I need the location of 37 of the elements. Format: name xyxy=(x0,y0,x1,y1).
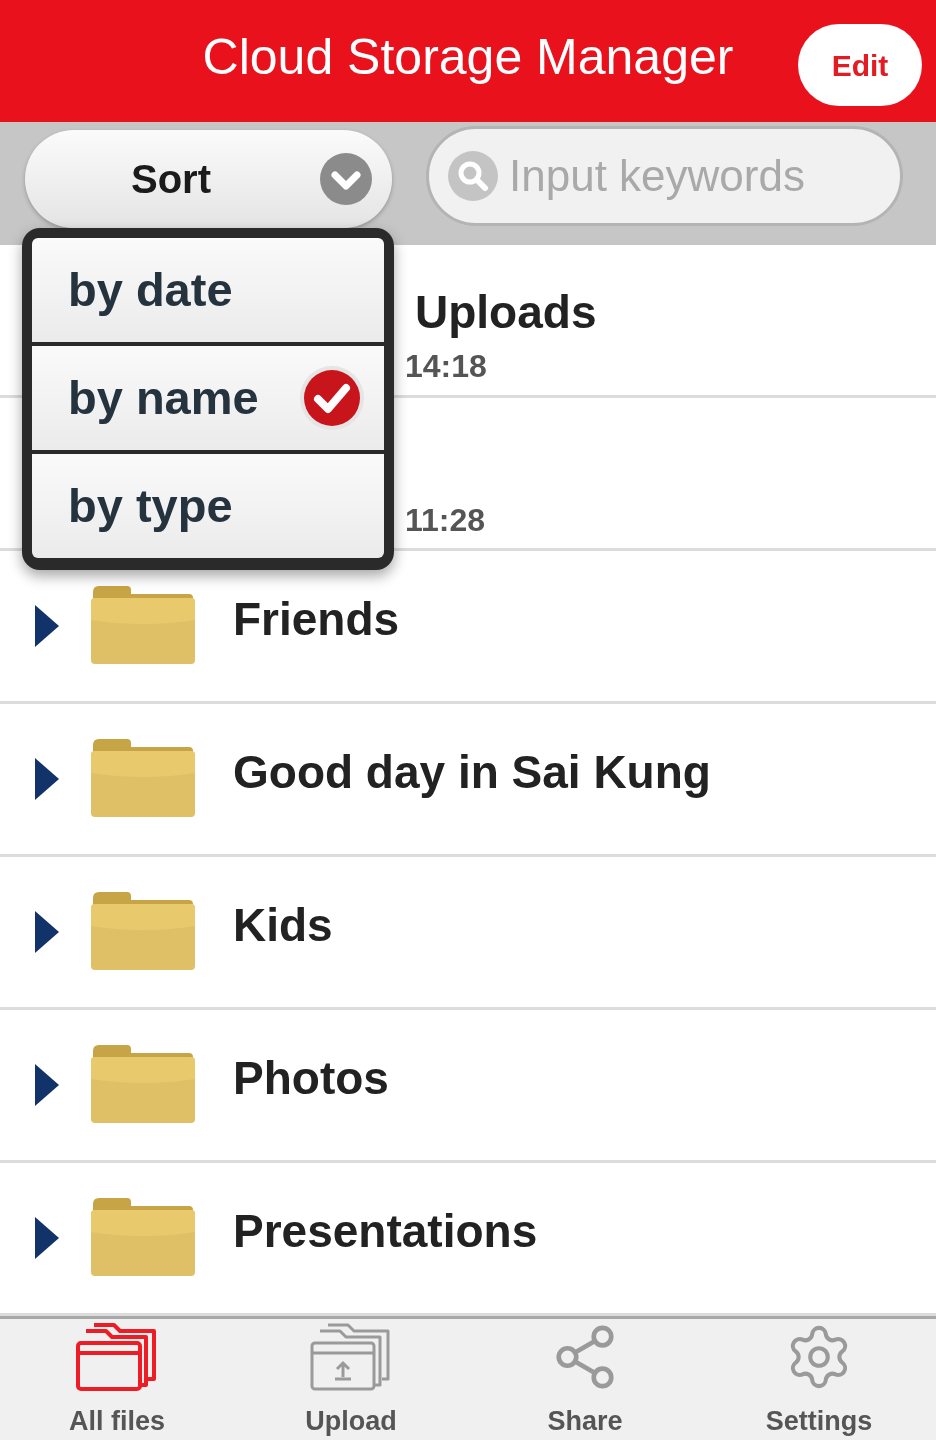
tab-button[interactable]: Settings xyxy=(702,1319,936,1440)
file-title: Uploads xyxy=(415,285,598,341)
folders-icon xyxy=(76,1323,158,1391)
expand-triangle-icon[interactable] xyxy=(35,605,59,647)
sort-option[interactable]: by date xyxy=(32,238,384,342)
checkmark-icon xyxy=(300,366,364,430)
tab-button[interactable]: Share xyxy=(468,1319,702,1440)
folder-row[interactable]: Good day in Sai Kung xyxy=(0,704,936,857)
folder-upload-icon xyxy=(310,1323,392,1391)
expand-triangle-icon[interactable] xyxy=(35,1064,59,1106)
sort-option[interactable]: by name xyxy=(32,346,384,450)
expand-triangle-icon[interactable] xyxy=(35,911,59,953)
tab-button[interactable]: Upload xyxy=(234,1319,468,1440)
file-date: 14:18 xyxy=(405,346,488,386)
folder-icon xyxy=(91,739,195,817)
sort-button[interactable]: Sort xyxy=(25,130,392,228)
folder-row[interactable]: Photos xyxy=(0,1010,936,1163)
file-date: 11:28 xyxy=(405,501,487,540)
folder-icon xyxy=(91,1045,195,1123)
expand-triangle-icon[interactable] xyxy=(35,1217,59,1259)
edit-button[interactable]: Edit xyxy=(798,24,922,106)
folder-name: Friends xyxy=(233,591,400,647)
app-title: Cloud Storage Manager xyxy=(202,32,734,82)
tab-button[interactable]: All files xyxy=(0,1319,234,1440)
folder-row[interactable]: Kids xyxy=(0,857,936,1010)
search-icon xyxy=(448,151,498,201)
folder-icon xyxy=(91,586,195,664)
sort-option[interactable]: by type xyxy=(32,454,384,558)
folder-icon xyxy=(91,1198,195,1276)
search-field[interactable]: Input keywords xyxy=(426,126,903,226)
folder-name: Kids xyxy=(233,897,333,953)
chevron-down-icon xyxy=(320,153,372,205)
folder-name: Good day in Sai Kung xyxy=(233,744,711,800)
expand-triangle-icon[interactable] xyxy=(35,758,59,800)
folder-name: Photos xyxy=(233,1050,389,1106)
folder-name: Presentations xyxy=(233,1203,538,1259)
folder-icon xyxy=(91,892,195,970)
